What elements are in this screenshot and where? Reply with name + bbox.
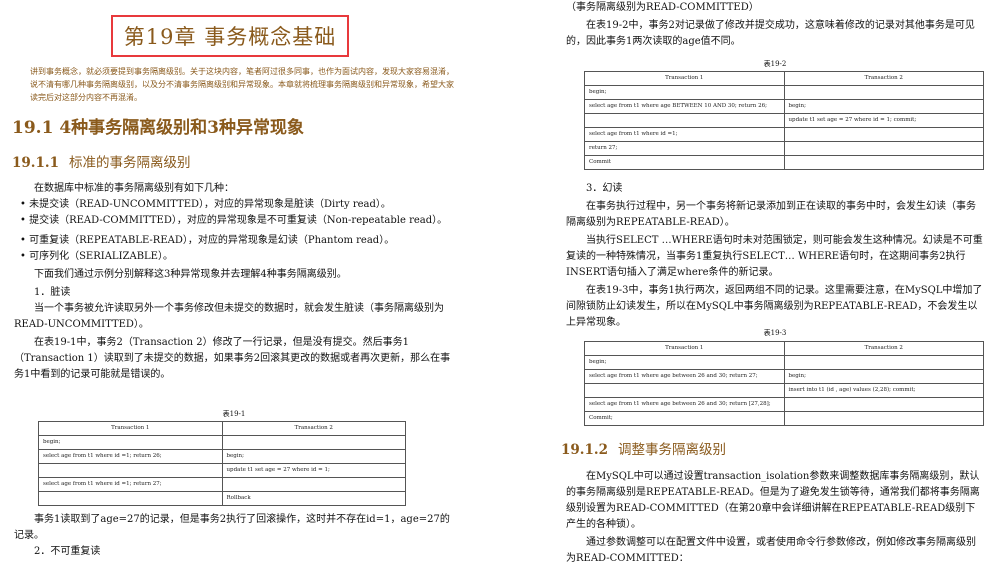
table-cell (221, 477, 406, 492)
table-caption: 表19-3 (763, 329, 787, 337)
table-cell (783, 155, 984, 170)
subheading: 2．不可重复读 (34, 546, 101, 557)
table-row: select age from t1 where age between 26 … (584, 369, 984, 384)
table-cell (221, 435, 406, 450)
table-cell (783, 397, 984, 412)
table-cell: update t1 set age = 27 where id = 1; com… (783, 113, 984, 128)
chapter-intro: 讲到事务概念，就必须要提到事务隔离级别。关于这块内容，笔者阿过很多同事，也作为面… (30, 67, 454, 102)
table-row: Commit; (584, 411, 984, 426)
table-cell (783, 141, 984, 156)
table-row: select age from t1 where age between 26 … (584, 397, 984, 412)
subheading: 1．脏读 (34, 287, 71, 298)
paragraph: 通过参数调整可以在配置文件中设置，或者使用命令行参数修改，例如修改事务隔离级别为… (566, 537, 976, 564)
table-cell: Rollback (221, 491, 406, 506)
paragraph: 下面我们通过示例分别解释这3种异常现象并去理解4种事务隔离级别。 (34, 269, 347, 280)
table-cell: select age from t1 where age between 26 … (584, 369, 785, 384)
table-cell: select age from t1 where id =1; return 2… (38, 477, 223, 492)
paragraph: 在表19-2中，事务2对记录做了修改并提交成功，这意味着修改的记录对其他事务是可… (566, 20, 975, 47)
table-row: update t1 set age = 27 where id = 1; (38, 463, 406, 478)
table-row: return 27; (584, 141, 984, 156)
table-cell: select age from t1 where age between 26 … (584, 397, 785, 412)
table-cell: select age from t1 where id =1; return 2… (38, 449, 223, 464)
left-body-bottom: 事务1读取到了age=27的记录，但是事务2执行了回滚操作，这时并不存在id=1… (14, 512, 454, 560)
paragraph: （事务隔离级别为READ-COMMITTED） (566, 2, 759, 13)
paragraph: 在表19-3中，事务1执行两次，返回两组不同的记录。这里需要注意，在MySQL中… (566, 285, 983, 328)
table-header-cell: Transaction 1 (584, 71, 785, 86)
table-row: Commit (584, 155, 984, 170)
table-header-cell: Transaction 2 (783, 341, 984, 356)
table-cell: begin; (783, 99, 984, 114)
table-header-row: Transaction 1 Transaction 2 (584, 341, 984, 356)
table-header-cell: Transaction 1 (584, 341, 785, 356)
table-cell: begin; (584, 355, 785, 370)
table-header-cell: Transaction 2 (221, 421, 406, 436)
table-row: select age from t1 where age BETWEEN 10 … (584, 99, 984, 114)
paragraph: 在事务执行过程中，另一个事务将新记录添加到正在读取的事务中时，会发生幻读（事务隔… (566, 201, 976, 228)
table-header-cell: Transaction 1 (38, 421, 223, 436)
table-cell (584, 113, 785, 128)
paragraph: 当一个事务被允许读取另外一个事务修改但未提交的数据时，就会发生脏读（事务隔离级别… (14, 303, 444, 330)
section-heading-19-1-1: 19.1.1 标准的事务隔离级别 (12, 155, 191, 171)
table-cell: begin; (221, 449, 406, 464)
left-body: 在数据库中标准的事务隔离级别有如下几种： 未提交读（READ-UNCOMMITT… (14, 181, 454, 383)
table-row: select age from t1 where id =1; return 2… (38, 449, 406, 464)
table-cell (783, 355, 984, 370)
table-cell: update t1 set age = 27 where id = 1; (221, 463, 406, 478)
table-cell: begin; (38, 435, 223, 450)
table-cell (783, 411, 984, 426)
bullet-item: 提交读（READ-COMMITTED），对应的异常现象是不可重复读（Non-re… (20, 213, 454, 229)
table-row: Rollback (38, 491, 406, 506)
table-19-3: Transaction 1 Transaction 2 begin; select a… (584, 341, 984, 426)
table-19-1: Transaction 1 Transaction 2 begin; select a… (38, 421, 406, 506)
table-cell (783, 127, 984, 142)
right-body-middle: 3．幻读 在事务执行过程中，另一个事务将新记录添加到正在读取的事务中时，会发生幻… (566, 181, 984, 331)
table-19-2: Transaction 1 Transaction 2 begin; select a… (584, 71, 984, 170)
chapter-title: 第19章 事务概念基础 (111, 15, 349, 57)
table-row: insert into t1 (id , age) values (2,28);… (584, 383, 984, 398)
table-caption: 表19-1 (222, 410, 246, 418)
table-cell: begin; (783, 369, 984, 384)
paragraph: 事务1读取到了age=27的记录，但是事务2执行了回滚操作，这时并不存在id=1… (14, 514, 450, 541)
table-row: update t1 set age = 27 where id = 1; com… (584, 113, 984, 128)
paragraph: 当执行SELECT …WHERE语句时未对范围锁定，则可能会发生这种情况。幻读是… (566, 235, 983, 278)
table-header-cell: Transaction 2 (783, 71, 984, 86)
paragraph: 在MySQL中可以通过设置transaction_isolation参数来调整数… (566, 471, 980, 530)
paragraph: 在表19-1中，事务2（Transaction 2）修改了一行记录，但是没有提交… (14, 337, 451, 380)
bullet-item: 可序列化（SERIALIZABLE）。 (20, 249, 454, 265)
table-row: select age from t1 where id =1; (584, 127, 984, 142)
table-row: begin; (584, 85, 984, 100)
table-cell: select age from t1 where id =1; (584, 127, 785, 142)
table-cell: insert into t1 (id , age) values (2,28);… (783, 383, 984, 398)
bullet-item: 未提交读（READ-UNCOMMITTED），对应的异常现象是脏读（Dirty … (20, 197, 454, 213)
table-cell: begin; (584, 85, 785, 100)
table-row: begin; (584, 355, 984, 370)
table-cell: Commit; (584, 411, 785, 426)
table-cell (38, 463, 223, 478)
subheading: 3．幻读 (586, 183, 623, 194)
table-row: begin; (38, 435, 406, 450)
paragraph: 在数据库中标准的事务隔离级别有如下几种： (34, 183, 234, 194)
table-cell: select age from t1 where age BETWEEN 10 … (584, 99, 785, 114)
right-body-top: （事务隔离级别为READ-COMMITTED） 在表19-2中，事务2对记录做了… (566, 0, 984, 50)
table-cell: Commit (584, 155, 785, 170)
table-header-row: Transaction 1 Transaction 2 (584, 71, 984, 86)
table-cell (783, 85, 984, 100)
section-heading-19-1-2: 19.1.2 调整事务隔离级别 (561, 442, 726, 458)
table-header-row: Transaction 1 Transaction 2 (38, 421, 406, 436)
table-row: select age from t1 where id =1; return 2… (38, 477, 406, 492)
bullet-item: 可重复读（REPEATABLE-READ），对应的异常现象是幻读（Phantom… (20, 233, 454, 249)
section-heading-19-1: 19.1 4种事务隔离级别和3种异常现象 (12, 118, 304, 138)
table-cell: return 27; (584, 141, 785, 156)
table-cell (38, 491, 223, 506)
right-body-bottom: 在MySQL中可以通过设置transaction_isolation参数来调整数… (566, 469, 984, 567)
table-cell (584, 383, 785, 398)
table-caption: 表19-2 (763, 60, 787, 68)
